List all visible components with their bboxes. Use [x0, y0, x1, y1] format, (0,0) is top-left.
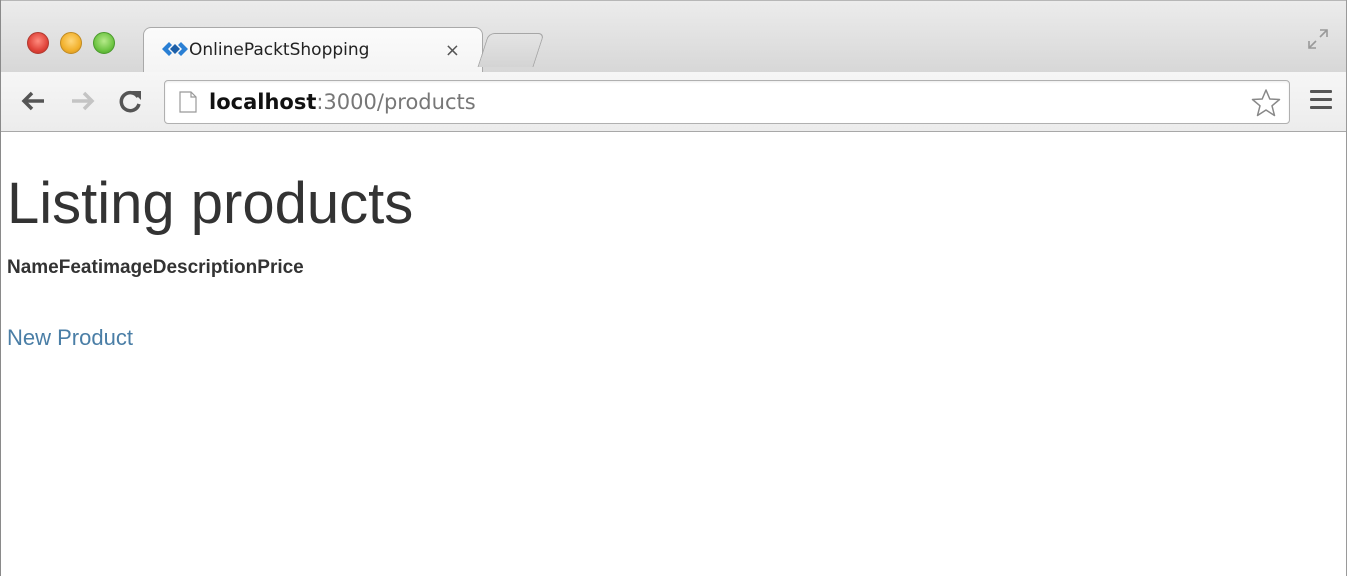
diamond-arrows-favicon	[162, 42, 188, 56]
browser-toolbar: localhost:3000/products	[1, 72, 1346, 132]
close-window-icon[interactable]	[27, 32, 49, 54]
new-product-link[interactable]: New Product	[7, 325, 133, 351]
page-title: Listing products	[7, 171, 414, 236]
column-header-name: Name	[7, 257, 59, 278]
page-icon	[179, 91, 197, 113]
tab-close-icon[interactable]: ×	[445, 40, 460, 61]
column-header-description: Description	[152, 257, 258, 278]
hamburger-menu-icon[interactable]	[1310, 90, 1332, 110]
tab-strip: OnlinePacktShopping ×	[1, 0, 1346, 74]
tab-title: OnlinePacktShopping	[189, 40, 370, 60]
back-arrow-icon[interactable]	[19, 86, 49, 116]
reload-icon[interactable]	[115, 86, 145, 116]
fullscreen-icon[interactable]	[1306, 27, 1330, 51]
products-table-header: Name Featimage Description Price	[7, 257, 304, 279]
new-tab-button[interactable]	[477, 33, 545, 67]
tab-active[interactable]: OnlinePacktShopping ×	[143, 27, 483, 74]
star-icon[interactable]	[1251, 88, 1281, 118]
column-header-featimage: Featimage	[58, 257, 153, 278]
forward-arrow-icon[interactable]	[67, 86, 97, 116]
url-host: localhost	[209, 90, 317, 114]
url-text[interactable]: localhost:3000/products	[209, 90, 476, 114]
page-content: Listing products Name Featimage Descriptio…	[1, 133, 1346, 576]
url-path: :3000/products	[316, 90, 476, 114]
address-bar[interactable]: localhost:3000/products	[164, 80, 1290, 124]
minimize-window-icon[interactable]	[60, 32, 82, 54]
column-header-price: Price	[257, 257, 304, 278]
browser-window: OnlinePacktShopping × localhost:3000/pro…	[0, 0, 1347, 576]
maximize-window-icon[interactable]	[93, 32, 115, 54]
